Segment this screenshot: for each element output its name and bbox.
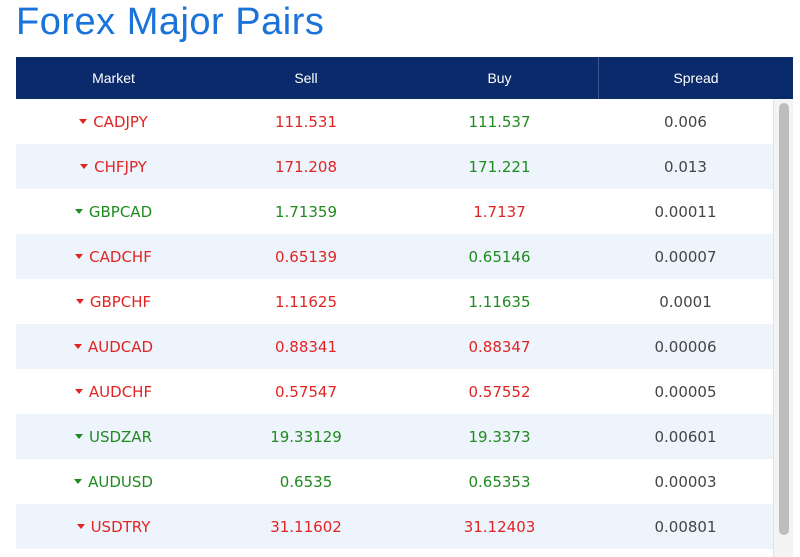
sell-price: 19.33129 — [270, 427, 342, 446]
buy-price: 1.7137 — [473, 202, 526, 221]
triangle-down-icon — [80, 164, 89, 169]
market-name: GBPCHF — [89, 292, 152, 311]
sell-price: 1.11625 — [274, 292, 338, 311]
spread-value: 0.013 — [664, 157, 707, 176]
sell-price: 31.11602 — [270, 517, 342, 536]
spread-value: 0.00006 — [654, 337, 717, 356]
triangle-down-icon — [74, 389, 83, 394]
market-name: USDZAR — [88, 427, 152, 446]
table-row[interactable]: GBPCHF 1.11625 1.11635 0.0001 — [16, 279, 773, 324]
market-cell[interactable]: USDTRY — [16, 504, 211, 549]
buy-price: 19.3373 — [468, 427, 531, 446]
market-cell[interactable]: AUDUSD — [16, 459, 211, 504]
triangle-up-icon — [74, 434, 83, 439]
spread-value: 0.00007 — [654, 247, 717, 266]
triangle-down-icon — [73, 344, 82, 349]
market-name: GBPCAD — [88, 202, 153, 221]
market-name: CADJPY — [93, 112, 148, 131]
buy-price: 0.65146 — [468, 247, 531, 266]
buy-price: 0.57552 — [468, 382, 531, 401]
buy-price: 1.11635 — [468, 292, 531, 311]
buy-price: 171.221 — [468, 157, 531, 176]
buy-price: 0.65353 — [468, 472, 531, 491]
table-row[interactable]: CHFJPY 171.208 171.221 0.013 — [16, 144, 773, 189]
table-row[interactable]: CADJPY 111.531 111.537 0.006 — [16, 99, 773, 144]
spread-value: 0.00601 — [654, 427, 717, 446]
table-row[interactable]: USDZAR 19.33129 19.3373 0.00601 — [16, 414, 773, 459]
sell-price: 0.57547 — [274, 382, 338, 401]
sell-price: 171.208 — [274, 157, 338, 176]
sell-price: 0.6535 — [279, 472, 333, 491]
table-row[interactable]: CADCHF 0.65139 0.65146 0.00007 — [16, 234, 773, 279]
header-spread[interactable]: Spread — [598, 57, 793, 99]
table-row[interactable]: USDTRY 31.11602 31.12403 0.00801 — [16, 504, 773, 549]
table-body: CADJPY 111.531 111.537 0.006 CHFJPY 171.… — [16, 99, 773, 557]
market-name: USDTRY — [90, 517, 151, 536]
scrollbar-thumb[interactable] — [779, 103, 789, 535]
market-cell[interactable]: USDZAR — [16, 414, 211, 459]
triangle-down-icon — [76, 524, 85, 529]
triangle-down-icon — [75, 254, 84, 259]
table-row[interactable]: AUDCHF 0.57547 0.57552 0.00005 — [16, 369, 773, 414]
market-cell[interactable]: GBPCAD — [16, 189, 211, 234]
spread-value: 0.00003 — [654, 472, 717, 491]
triangle-down-icon — [79, 119, 88, 124]
market-name: CHFJPY — [94, 157, 147, 176]
market-name: AUDCHF — [88, 382, 153, 401]
triangle-down-icon — [75, 299, 84, 304]
sell-price: 0.65139 — [274, 247, 338, 266]
spread-value: 0.0001 — [659, 292, 712, 311]
forex-table: Market Sell Buy Spread CADJPY 111.531 11… — [16, 57, 793, 557]
market-cell[interactable]: CADJPY — [16, 99, 211, 144]
market-name: AUDUSD — [88, 472, 153, 491]
spread-value: 0.006 — [664, 112, 707, 131]
header-sell[interactable]: Sell — [211, 57, 401, 99]
vertical-scrollbar[interactable] — [773, 99, 793, 557]
table-row[interactable]: AUDCAD 0.88341 0.88347 0.00006 — [16, 324, 773, 369]
market-cell[interactable]: AUDCAD — [16, 324, 211, 369]
sell-price: 111.531 — [274, 112, 338, 131]
spread-value: 0.00801 — [654, 517, 717, 536]
sell-price: 1.71359 — [274, 202, 338, 221]
buy-price: 31.12403 — [463, 517, 536, 536]
header-market[interactable]: Market — [16, 57, 211, 99]
triangle-up-icon — [74, 479, 83, 484]
page-title: Forex Major Pairs — [16, 1, 325, 43]
triangle-up-icon — [74, 209, 83, 214]
market-name: AUDCAD — [87, 337, 154, 356]
sell-price: 0.88341 — [274, 337, 338, 356]
buy-price: 0.88347 — [468, 337, 531, 356]
buy-price: 111.537 — [468, 112, 531, 131]
table-header: Market Sell Buy Spread — [16, 57, 793, 99]
market-cell[interactable]: GBPCHF — [16, 279, 211, 324]
market-cell[interactable]: CHFJPY — [16, 144, 211, 189]
table-row[interactable]: GBPCAD 1.71359 1.7137 0.00011 — [16, 189, 773, 234]
market-name: CADCHF — [89, 247, 152, 266]
table-row[interactable]: AUDUSD 0.6535 0.65353 0.00003 — [16, 459, 773, 504]
market-cell[interactable]: AUDCHF — [16, 369, 211, 414]
spread-value: 0.00005 — [654, 382, 717, 401]
header-buy[interactable]: Buy — [401, 57, 598, 99]
market-cell[interactable]: CADCHF — [16, 234, 211, 279]
spread-value: 0.00011 — [654, 202, 717, 221]
